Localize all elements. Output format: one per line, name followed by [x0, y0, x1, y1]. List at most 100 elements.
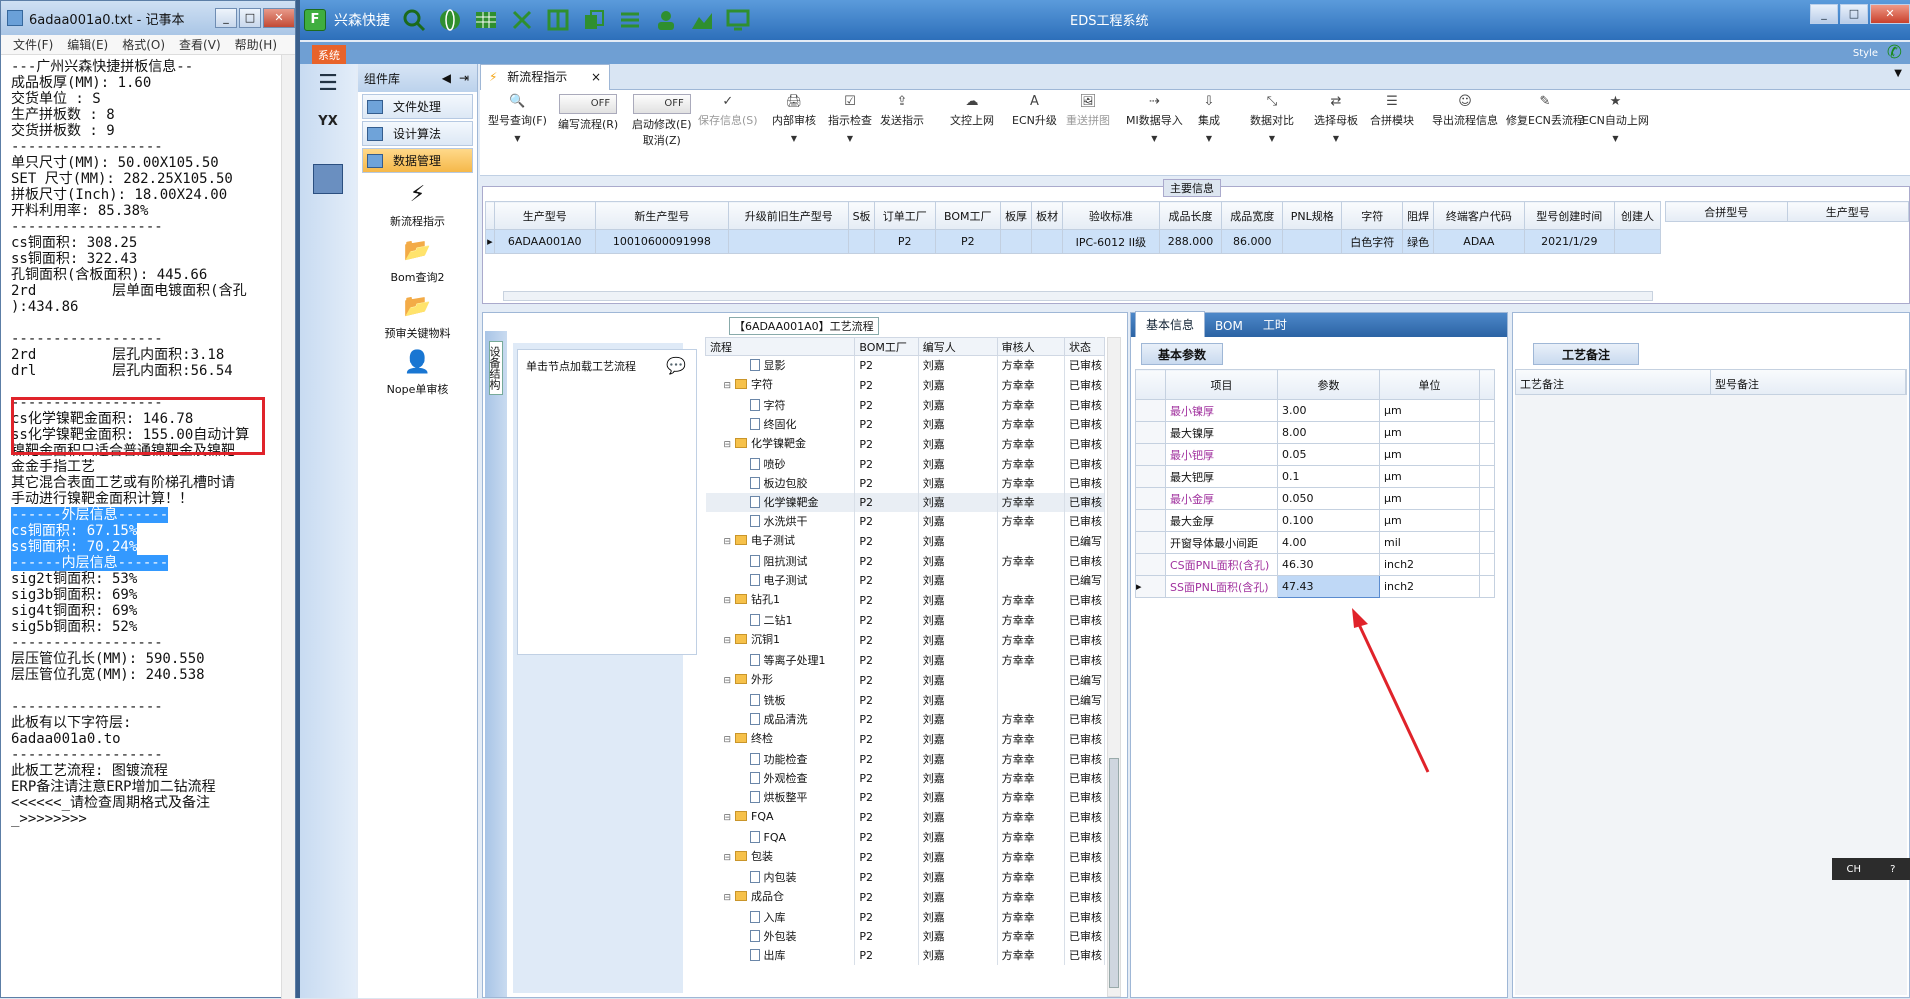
- phone-icon[interactable]: ✆: [1887, 42, 1902, 63]
- flow-cell[interactable]: 方幸幸: [997, 474, 1066, 493]
- column-header[interactable]: 型号创建时间: [1523, 201, 1616, 230]
- flow-node[interactable]: 电子测试: [705, 571, 856, 590]
- flow-cell[interactable]: 刘嘉: [918, 807, 998, 828]
- flow-cell[interactable]: 已审核: [1064, 415, 1105, 434]
- flow-cell[interactable]: 刘嘉: [918, 571, 998, 590]
- notepad-scrollbar[interactable]: [281, 55, 295, 999]
- flow-cell[interactable]: 刘嘉: [918, 868, 998, 887]
- flow-node[interactable]: 阻抗测试: [705, 552, 856, 571]
- flow-row[interactable]: ⊟ 钻孔1 P2 刘嘉 方幸幸 已审核: [705, 590, 1105, 611]
- column-header[interactable]: 生产型号: [1786, 201, 1909, 222]
- flow-cell[interactable]: P2: [854, 729, 919, 750]
- grid-cell[interactable]: P2: [934, 229, 1002, 254]
- param-value[interactable]: 0.050: [1277, 487, 1380, 510]
- grid-cell[interactable]: 绿色: [1402, 229, 1435, 254]
- flow-row[interactable]: ⊟ 字符 P2 刘嘉 方幸幸 已审核: [705, 375, 1105, 396]
- flow-cell[interactable]: 方幸幸: [997, 946, 1066, 965]
- notepad-text-area[interactable]: ---广州兴森快捷拼板信息-- 成品板厚(MM): 1.60 交货单位 : S 生产拼…: [1, 55, 295, 995]
- scissors-icon[interactable]: [509, 7, 535, 33]
- flow-node[interactable]: 外包装: [705, 927, 856, 946]
- ime-indicator[interactable]: CH ?: [1832, 858, 1910, 880]
- flow-cell[interactable]: 方幸幸: [997, 710, 1066, 729]
- flow-cell[interactable]: 已审核: [1064, 868, 1105, 887]
- column-header[interactable]: BOM工厂: [934, 201, 1002, 230]
- component-item[interactable]: 文件处理: [362, 94, 473, 119]
- flow-cell[interactable]: 已审核: [1064, 729, 1105, 750]
- flow-cell[interactable]: 刘嘉: [918, 434, 998, 455]
- param-row[interactable]: 开窗导体最小间距 4.00 mil: [1135, 531, 1495, 554]
- flow-cell[interactable]: 方幸幸: [997, 887, 1066, 908]
- flow-cell[interactable]: 刘嘉: [918, 493, 998, 512]
- list-icon[interactable]: [617, 7, 643, 33]
- flow-row[interactable]: 字符 P2 刘嘉 方幸幸 已审核: [705, 396, 1105, 415]
- flow-cell[interactable]: P2: [854, 828, 919, 847]
- flow-node[interactable]: 成品清洗: [705, 710, 856, 729]
- grid-cell[interactable]: 86.000: [1221, 229, 1284, 254]
- flow-scrollbar[interactable]: [1107, 337, 1121, 997]
- flow-node[interactable]: ⊟ 化学镍靶金: [705, 434, 856, 455]
- column-header[interactable]: 板厚: [1000, 201, 1033, 230]
- flow-cell[interactable]: 方幸幸: [997, 807, 1066, 828]
- flow-cell[interactable]: 方幸幸: [997, 415, 1066, 434]
- flow-cell[interactable]: 方幸幸: [997, 828, 1066, 847]
- flow-cell[interactable]: 方幸幸: [997, 908, 1066, 927]
- flow-cell[interactable]: 已审核: [1064, 710, 1105, 729]
- column-header[interactable]: 成品长度: [1158, 201, 1223, 230]
- column-header[interactable]: 编写人: [917, 337, 998, 356]
- flow-cell[interactable]: P2: [854, 887, 919, 908]
- flow-node[interactable]: 烘板整平: [705, 788, 856, 807]
- row-indicator[interactable]: [1135, 443, 1166, 466]
- column-header[interactable]: 合拼型号: [1665, 201, 1788, 222]
- flow-cell[interactable]: 方幸幸: [997, 788, 1066, 807]
- column-header[interactable]: 字符: [1341, 201, 1404, 230]
- flow-row[interactable]: 入库 P2 刘嘉 方幸幸 已审核: [705, 908, 1105, 927]
- flow-cell[interactable]: 已审核: [1064, 375, 1105, 396]
- flow-node[interactable]: ⊟ 终检: [705, 729, 856, 750]
- table-icon[interactable]: [473, 7, 499, 33]
- search-icon[interactable]: [401, 7, 427, 33]
- flow-cell[interactable]: 刘嘉: [918, 946, 998, 965]
- user-icon[interactable]: [653, 7, 679, 33]
- ribbon-button[interactable]: ⇩ 集成 ▼: [1198, 94, 1220, 143]
- process-notes-tab[interactable]: 工艺备注: [1533, 343, 1640, 365]
- flow-row[interactable]: 显影 P2 刘嘉 方幸幸 已审核: [705, 355, 1105, 375]
- column-header[interactable]: 板材: [1031, 201, 1064, 230]
- dropdown-arrow-icon[interactable]: ▼: [1582, 134, 1649, 143]
- horizontal-scrollbar[interactable]: [503, 291, 1653, 301]
- column-header[interactable]: 阻焊: [1402, 201, 1435, 230]
- flow-cell[interactable]: 刘嘉: [918, 512, 998, 531]
- flow-cell[interactable]: P2: [854, 355, 919, 375]
- flow-cell[interactable]: 刘嘉: [918, 396, 998, 415]
- flow-cell[interactable]: [997, 670, 1066, 691]
- flow-cell[interactable]: 方幸幸: [997, 651, 1066, 670]
- column-header[interactable]: 升级前旧生产型号: [728, 201, 850, 230]
- flow-node[interactable]: 显影: [705, 355, 856, 375]
- grid-cell[interactable]: [1282, 229, 1343, 254]
- tab-close-icon[interactable]: ×: [591, 65, 601, 89]
- param-value[interactable]: 3.00: [1277, 399, 1380, 422]
- flow-cell[interactable]: 刘嘉: [918, 887, 998, 908]
- notepad-menu-item[interactable]: 文件(F): [13, 35, 53, 54]
- flow-row[interactable]: ⊟ 沉铜1 P2 刘嘉 方幸幸 已审核: [705, 630, 1105, 651]
- flow-cell[interactable]: 刘嘉: [918, 355, 998, 375]
- flow-node[interactable]: 内包装: [705, 868, 856, 887]
- flow-cell[interactable]: P2: [854, 375, 919, 396]
- close-button[interactable]: ✕: [263, 8, 295, 28]
- info-tab[interactable]: 基本信息: [1135, 311, 1206, 337]
- param-row[interactable]: 最大镍厚 8.00 μm: [1135, 421, 1495, 444]
- flow-row[interactable]: ⊟ 包装 P2 刘嘉 方幸幸 已审核: [705, 847, 1105, 868]
- flow-cell[interactable]: 已审核: [1064, 474, 1105, 493]
- flow-node[interactable]: ⊟ FQA: [705, 807, 856, 828]
- app-close-button[interactable]: ✕: [1870, 4, 1910, 24]
- dropdown-arrow-icon[interactable]: ▼: [772, 134, 816, 143]
- collapse-icon[interactable]: ⊟: [724, 893, 732, 903]
- column-header[interactable]: 创建人: [1614, 201, 1661, 230]
- flow-cell[interactable]: 已审核: [1064, 750, 1105, 769]
- flow-cell[interactable]: 刘嘉: [918, 651, 998, 670]
- param-row[interactable]: ▸ SS面PNL面积(含孔) 47.43 inch2: [1135, 575, 1495, 598]
- grid-cell[interactable]: [1031, 229, 1064, 254]
- flow-cell[interactable]: P2: [854, 788, 919, 807]
- flow-cell[interactable]: 刘嘉: [918, 729, 998, 750]
- ribbon-button[interactable]: ☰ 合拼模块: [1370, 94, 1414, 128]
- flow-node[interactable]: 水洗烘干: [705, 512, 856, 531]
